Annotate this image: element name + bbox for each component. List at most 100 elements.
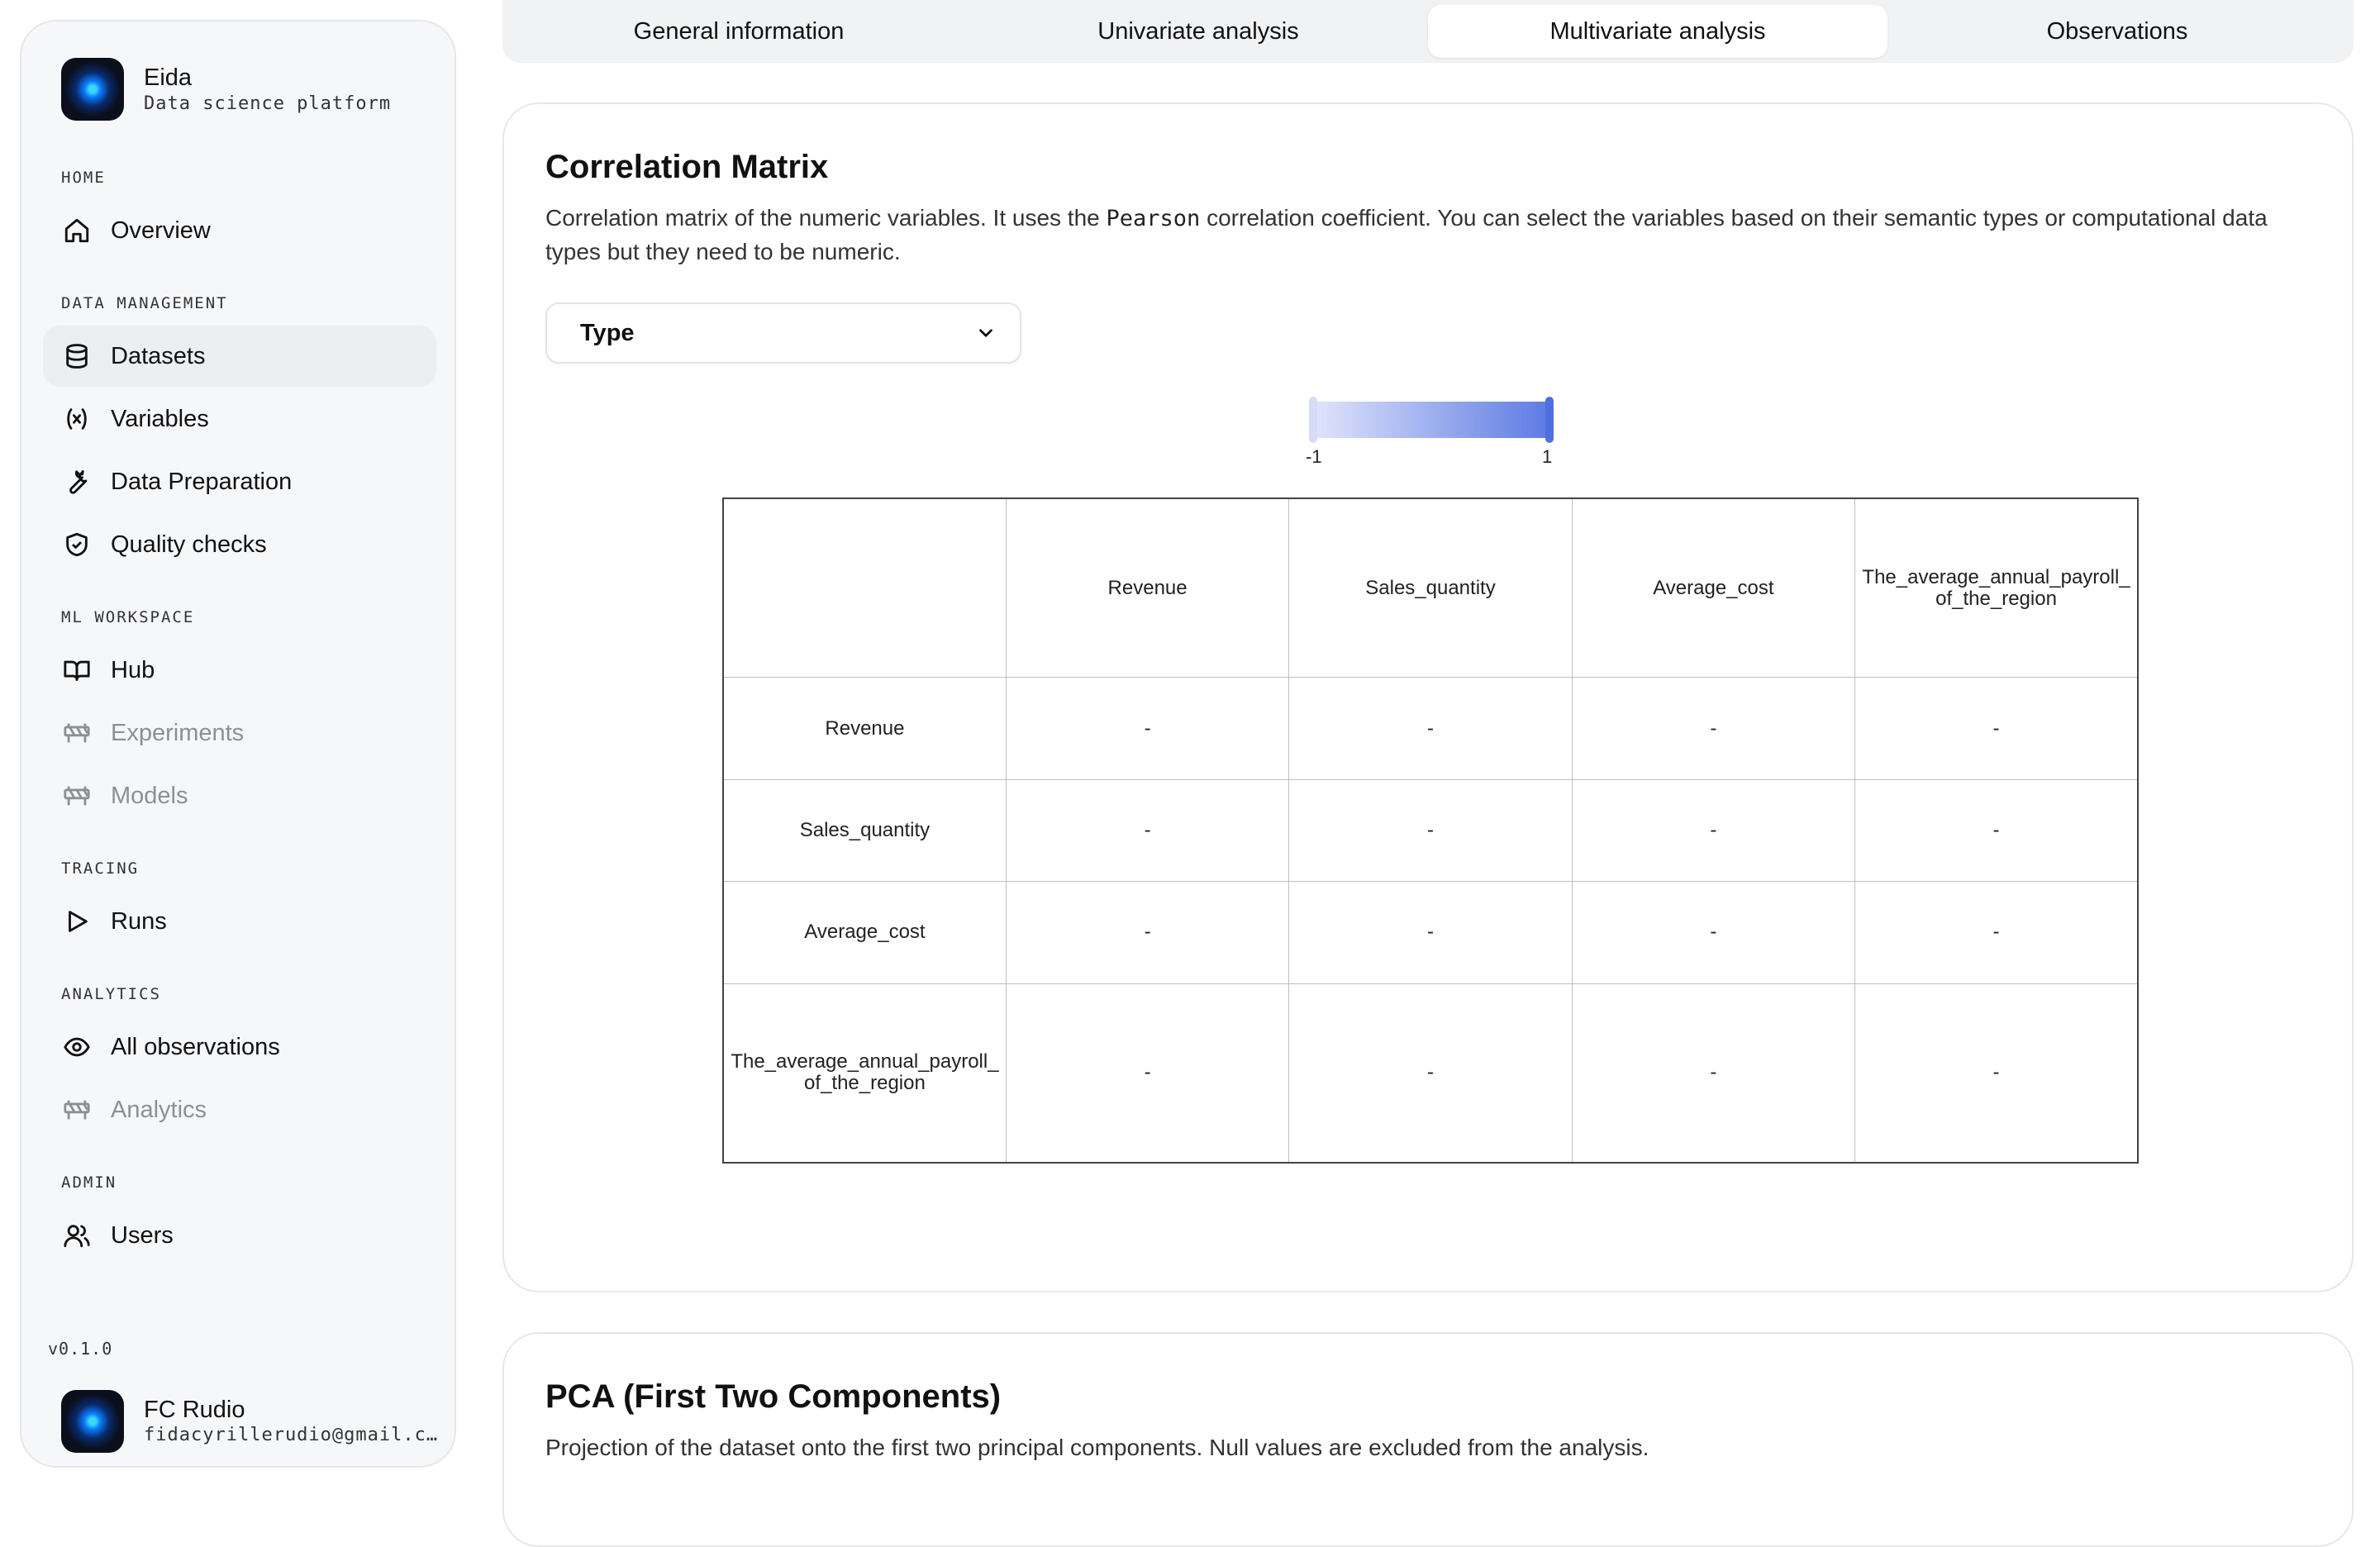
row-header: Average_cost — [722, 881, 1007, 984]
sidebar-item-label: Hub — [111, 656, 155, 683]
sidebar-item-label: All observations — [111, 1033, 280, 1060]
row-header: Revenue — [722, 677, 1007, 780]
sidebar-item-label: Users — [111, 1221, 174, 1249]
construction-icon — [64, 786, 90, 806]
users-icon — [64, 1225, 90, 1248]
tab-multivariate-analysis[interactable]: Multivariate analysis — [1428, 5, 1887, 58]
sidebar-item-label: Variables — [111, 405, 209, 432]
matrix-cell: - — [1288, 778, 1573, 883]
matrix-cell: - — [1005, 677, 1290, 780]
description-code: Pearson — [1106, 206, 1201, 231]
sidebar-item-overview[interactable]: Overview — [43, 200, 436, 261]
matrix-cell: - — [1005, 778, 1290, 883]
corner-cell — [722, 497, 1007, 678]
sidebar-item-data-preparation[interactable]: Data Preparation — [43, 451, 436, 512]
sidebar-item-variables[interactable]: Variables — [43, 388, 436, 450]
app-subtitle: Data science platform — [144, 93, 392, 114]
description-text: Correlation matrix of the numeric variab… — [545, 205, 1107, 231]
user-profile[interactable]: FC Rudio fidacyrillerudio@gmail.c… — [61, 1390, 438, 1453]
variable-icon — [67, 408, 87, 430]
user-name: FC Rudio — [144, 1397, 245, 1423]
matrix-cell: - — [1005, 983, 1290, 1164]
eye-icon — [64, 1037, 90, 1057]
matrix-cell: - — [1571, 983, 1856, 1164]
matrix-cell: - — [1288, 983, 1573, 1164]
app-name: Eida — [144, 64, 193, 91]
matrix-cell: - — [1854, 677, 2139, 780]
column-header: The_average_annual_payroll_of_the_region — [1854, 497, 2139, 678]
type-select[interactable]: Type — [545, 302, 1021, 364]
wrench-icon — [69, 469, 88, 494]
tab-general-information[interactable]: General information — [509, 5, 969, 58]
row-header: Sales_quantity — [722, 778, 1007, 883]
card-title: PCA (First Two Components) — [545, 1378, 1002, 1415]
scale-min-handle[interactable] — [1309, 397, 1317, 443]
matrix-cell: - — [1854, 983, 2139, 1164]
matrix-cell: - — [1005, 881, 1290, 984]
tab-bar: General information Univariate analysis … — [502, 0, 2354, 63]
sidebar-item-users[interactable]: Users — [43, 1205, 436, 1266]
sidebar-item-datasets[interactable]: Datasets — [43, 326, 436, 387]
user-email: fidacyrillerudio@gmail.c… — [144, 1425, 439, 1445]
scale-min-label: -1 — [1306, 446, 1322, 467]
book-open-icon — [64, 660, 90, 681]
home-icon — [64, 218, 89, 243]
sidebar-item-label: Overview — [111, 217, 211, 244]
scale-max-handle[interactable] — [1545, 397, 1554, 443]
column-header: Sales_quantity — [1288, 497, 1573, 678]
play-icon — [69, 911, 88, 932]
card-description: Correlation matrix of the numeric variab… — [545, 202, 2306, 269]
correlation-table: Revenue Sales_quantity Average_cost The_… — [722, 497, 2139, 1164]
row-header: The_average_annual_payroll_of_the_region — [722, 983, 1007, 1164]
sidebar-item-quality-checks[interactable]: Quality checks — [43, 514, 436, 575]
section-label-home: HOME — [61, 169, 106, 187]
sidebar: Eida Data science platform HOME Overview… — [20, 20, 456, 1468]
sidebar-item-all-observations[interactable]: All observations — [43, 1016, 436, 1078]
sidebar-item-label: Experiments — [111, 719, 245, 746]
avatar — [61, 1390, 124, 1453]
card-description: Projection of the dataset onto the first… — [545, 1435, 1649, 1460]
table-row: The_average_annual_payroll_of_the_region… — [722, 983, 2139, 1164]
sidebar-item-runs[interactable]: Runs — [43, 891, 436, 952]
matrix-cell: - — [1571, 778, 1856, 883]
column-header: Revenue — [1005, 497, 1290, 678]
database-icon — [66, 344, 88, 369]
pca-card: PCA (First Two Components) Projection of… — [502, 1332, 2354, 1547]
sidebar-item-label: Datasets — [111, 342, 206, 369]
chevron-down-icon — [979, 329, 992, 337]
correlation-matrix-card: Correlation Matrix Correlation matrix of… — [502, 102, 2354, 1292]
sidebar-item-analytics[interactable]: Analytics — [43, 1079, 436, 1140]
matrix-cell: - — [1854, 778, 2139, 883]
column-header: Average_cost — [1571, 497, 1856, 678]
tab-observations[interactable]: Observations — [1887, 5, 2347, 58]
matrix-cell: - — [1288, 881, 1573, 984]
section-label-ml-workspace: ML WORKSPACE — [61, 608, 195, 626]
matrix-cell: - — [1571, 677, 1856, 780]
shield-check-icon — [66, 532, 88, 557]
table-header-row: Revenue Sales_quantity Average_cost The_… — [722, 497, 2139, 678]
sidebar-item-label: Models — [111, 782, 188, 809]
app-version: v0.1.0 — [48, 1339, 113, 1359]
tab-univariate-analysis[interactable]: Univariate analysis — [969, 5, 1428, 58]
sidebar-item-models[interactable]: Models — [43, 765, 436, 826]
sidebar-item-label: Quality checks — [111, 531, 267, 558]
matrix-cell: - — [1571, 881, 1856, 984]
scale-max-label: 1 — [1542, 446, 1553, 467]
matrix-cell: - — [1288, 677, 1573, 780]
sidebar-item-hub[interactable]: Hub — [43, 640, 436, 701]
table-row: Sales_quantity - - - - — [722, 778, 2139, 883]
sidebar-item-experiments[interactable]: Experiments — [43, 702, 436, 764]
brand[interactable]: Eida Data science platform — [61, 58, 391, 121]
table-row: Average_cost - - - - — [722, 881, 2139, 984]
table-row: Revenue - - - - — [722, 677, 2139, 780]
sidebar-item-label: Runs — [111, 907, 167, 935]
color-scale-bar — [1312, 402, 1550, 438]
section-label-analytics: ANALYTICS — [61, 985, 161, 1003]
card-title: Correlation Matrix — [545, 149, 829, 185]
sidebar-item-label: Analytics — [111, 1096, 207, 1123]
section-label-data-management: DATA MANAGEMENT — [61, 294, 228, 312]
section-label-admin: ADMIN — [61, 1173, 117, 1192]
app-logo — [61, 58, 124, 121]
matrix-cell: - — [1854, 881, 2139, 984]
select-value: Type — [580, 319, 635, 346]
